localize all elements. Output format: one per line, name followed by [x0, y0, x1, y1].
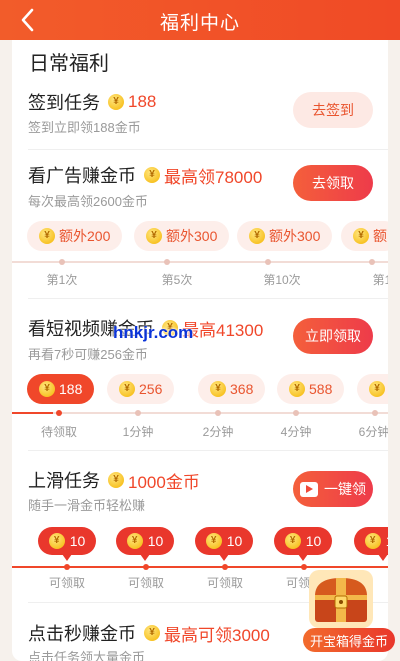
- coin-icon: ¥: [353, 228, 369, 244]
- coin-icon: ¥: [205, 533, 222, 549]
- divider: [28, 298, 388, 299]
- swipe-subtitle: 随手一滑金币轻松赚: [28, 498, 146, 513]
- video-reward-pill: ¥588: [277, 374, 345, 404]
- swipe-claim-all-button[interactable]: 一键领: [293, 471, 373, 507]
- video-tick-label: 6分钟: [358, 425, 388, 439]
- swipe-tick-label: 可领取: [206, 576, 243, 590]
- checkin-subtitle: 签到立即领188金币: [28, 120, 141, 135]
- ads-tick-label: 第10次: [263, 273, 301, 287]
- coin-icon: ¥: [119, 381, 135, 397]
- swipe-reward-bubble[interactable]: ¥10: [38, 527, 96, 561]
- video-tick-label: 待领取: [40, 425, 77, 439]
- section-title: 日常福利: [29, 53, 109, 75]
- ads-task-title: 看广告赚金币 ¥ 最高领78000: [28, 162, 262, 188]
- coin-icon: ¥: [126, 533, 143, 549]
- progress-dot: [265, 259, 271, 265]
- click-task-title: 点击秒赚金币 ¥ 最高可领3000: [28, 620, 270, 646]
- ads-bonus-pill: ¥ 额: [341, 221, 388, 251]
- progress-dot: [164, 259, 170, 265]
- video-reward: 最高41300: [182, 320, 264, 340]
- video-reward-pill: ¥256: [107, 374, 175, 404]
- progress-dot: [56, 410, 62, 416]
- coin-icon: ¥: [146, 228, 162, 244]
- video-claim-button[interactable]: 立即领取: [293, 318, 373, 354]
- video-progress-fill: [12, 412, 53, 414]
- coin-icon: ¥: [284, 533, 301, 549]
- ads-progress-track: [12, 261, 388, 263]
- video-reward-pill-active[interactable]: ¥188: [27, 374, 95, 404]
- checkin-reward: 188: [128, 92, 157, 111]
- coin-icon: ¥: [289, 381, 305, 397]
- swipe-tick-label: 可领取: [127, 576, 164, 590]
- ads-task-name: 看广告赚金币: [28, 166, 136, 186]
- video-tick-label: 2分钟: [202, 425, 234, 439]
- checkin-button[interactable]: 去签到: [293, 92, 373, 128]
- header-bar: 福利中心: [0, 0, 400, 40]
- coin-icon: ¥: [39, 381, 55, 397]
- coin-icon: ¥: [364, 533, 381, 549]
- coin-icon: ¥: [249, 228, 265, 244]
- coin-icon: ¥: [48, 533, 65, 549]
- coin-icon: ¥: [144, 167, 160, 183]
- progress-dot: [64, 564, 70, 570]
- progress-dot: [143, 564, 149, 570]
- divider: [28, 149, 388, 150]
- ads-subtitle: 每次最高领2600金币: [28, 194, 148, 209]
- progress-dot: [293, 410, 299, 416]
- video-tick-label: 1分钟: [122, 425, 154, 439]
- checkin-task-title: 签到任务 ¥ 188: [28, 89, 156, 115]
- ads-tick-label: 第5次: [161, 273, 193, 287]
- play-video-icon: [300, 481, 318, 497]
- progress-dot: [135, 410, 141, 416]
- checkin-task-name: 签到任务: [28, 93, 100, 113]
- ads-bonus-pill: ¥ 额外200: [27, 221, 123, 251]
- swipe-reward-bubble[interactable]: ¥10: [116, 527, 174, 561]
- swipe-reward-bubble[interactable]: ¥10: [274, 527, 332, 561]
- ads-claim-button[interactable]: 去领取: [293, 165, 373, 201]
- progress-dot: [369, 259, 375, 265]
- watermark-text: hnkjr.com: [113, 323, 194, 342]
- coin-icon: ¥: [210, 381, 226, 397]
- ads-tick-label: 第1: [372, 273, 388, 287]
- coin-icon: ¥: [108, 472, 124, 488]
- swipe-task-name: 上滑任务: [28, 471, 100, 491]
- swipe-reward: 1000金币: [128, 472, 200, 492]
- ads-bonus-pill: ¥ 额外300: [134, 221, 230, 251]
- progress-dot: [222, 564, 228, 570]
- swipe-task-title: 上滑任务 ¥ 1000金币: [28, 467, 200, 493]
- coin-icon: ¥: [144, 625, 160, 641]
- video-tick-label: 4分钟: [280, 425, 312, 439]
- treasure-chest-icon[interactable]: [305, 566, 377, 632]
- click-task-name: 点击秒赚金币: [28, 624, 136, 644]
- swipe-reward-bubble[interactable]: ¥10: [195, 527, 253, 561]
- swipe-reward-bubble[interactable]: ¥10: [354, 527, 388, 561]
- page-title: 福利中心: [159, 13, 240, 34]
- swipe-tick-label: 可领取: [48, 576, 85, 590]
- progress-dot: [59, 259, 65, 265]
- video-reward-pill: ¥58: [357, 374, 388, 404]
- progress-dot: [372, 410, 378, 416]
- click-reward: 最高可领3000: [164, 625, 270, 645]
- click-subtitle: 点击任务领大量金币: [28, 650, 146, 661]
- divider: [28, 450, 388, 451]
- video-reward-pill: ¥368: [198, 374, 266, 404]
- video-progress-track: [12, 412, 388, 414]
- progress-dot: [215, 410, 221, 416]
- coin-icon: ¥: [369, 381, 385, 397]
- coin-icon: ¥: [108, 94, 124, 110]
- open-chest-button[interactable]: 开宝箱得金币: [303, 628, 395, 652]
- coin-icon: ¥: [39, 228, 55, 244]
- ads-reward: 最高领78000: [164, 167, 263, 187]
- video-subtitle: 再看7秒可赚256金币: [28, 347, 148, 362]
- ads-bonus-pill: ¥ 额外300: [237, 221, 333, 251]
- ads-tick-label: 第1次: [46, 273, 78, 287]
